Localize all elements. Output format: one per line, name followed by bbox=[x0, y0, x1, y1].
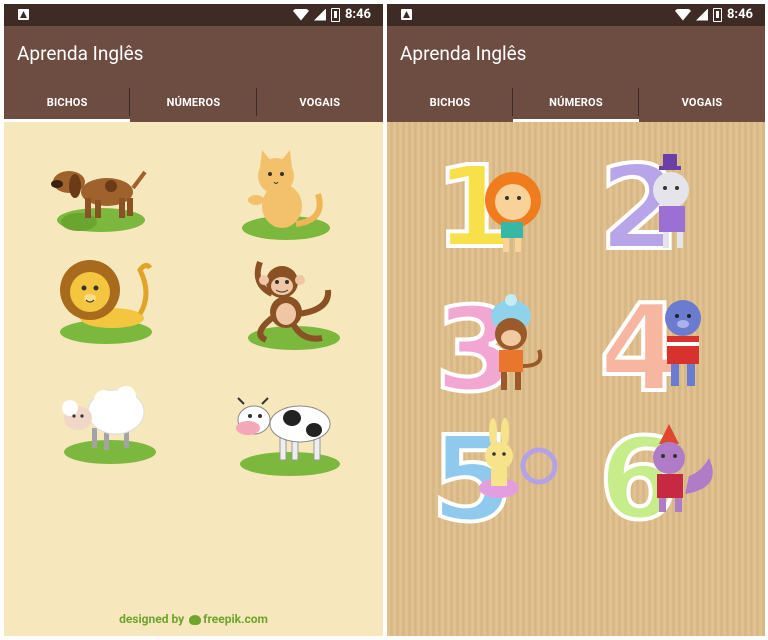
wifi-icon bbox=[292, 8, 309, 21]
tab-vogais[interactable]: VOGAIS bbox=[257, 82, 383, 122]
app-bar: Aprenda Inglês BICHOS NÚMEROS VOGAIS bbox=[4, 26, 383, 122]
wifi-icon bbox=[674, 8, 691, 21]
tab-label: BICHOS bbox=[46, 95, 88, 109]
credit-text: designed by bbox=[119, 612, 185, 626]
number-card-6[interactable]: 6 bbox=[599, 418, 729, 530]
notification-icon bbox=[18, 9, 29, 20]
tab-label: VOGAIS bbox=[681, 95, 723, 109]
credit-brand: freepik.com bbox=[203, 612, 268, 626]
dog-card[interactable] bbox=[49, 164, 154, 239]
tab-numeros[interactable]: NÚMEROS bbox=[513, 82, 639, 122]
tab-label: VOGAIS bbox=[299, 95, 341, 109]
app-bar: Aprenda Inglês BICHOS NÚMEROS VOGAIS bbox=[387, 26, 765, 122]
app-title: Aprenda Inglês bbox=[17, 42, 144, 65]
tab-bar: BICHOS NÚMEROS VOGAIS bbox=[4, 82, 383, 122]
battery-icon bbox=[712, 7, 722, 22]
signal-icon bbox=[695, 8, 708, 21]
status-bar: 8:46 bbox=[387, 4, 765, 26]
screen-bichos: 8:46 Aprenda Inglês BICHOS NÚMEROS VOGAI… bbox=[4, 4, 383, 636]
tab-label: BICHOS bbox=[429, 95, 471, 109]
number-card-3[interactable]: 3 bbox=[435, 286, 555, 402]
tab-vogais[interactable]: VOGAIS bbox=[639, 82, 765, 122]
cow-card[interactable] bbox=[230, 394, 345, 479]
status-time: 8:46 bbox=[726, 7, 753, 22]
tab-bar: BICHOS NÚMEROS VOGAIS bbox=[387, 82, 765, 122]
app-title: Aprenda Inglês bbox=[400, 42, 527, 65]
tab-bichos[interactable]: BICHOS bbox=[387, 82, 513, 122]
lion-card[interactable] bbox=[54, 254, 159, 349]
cat-card[interactable] bbox=[236, 150, 341, 245]
number-card-1[interactable]: 1 bbox=[435, 146, 555, 258]
number-card-5[interactable]: 5 bbox=[431, 414, 561, 532]
monkey-card[interactable] bbox=[242, 254, 347, 354]
status-bar: 8:46 bbox=[4, 4, 383, 26]
tab-bichos[interactable]: BICHOS bbox=[4, 82, 131, 122]
tab-label: NÚMEROS bbox=[166, 95, 221, 109]
status-time: 8:46 bbox=[344, 7, 371, 22]
screen-numeros: 8:46 Aprenda Inglês BICHOS NÚMEROS VOGAI… bbox=[387, 4, 765, 636]
battery-icon bbox=[330, 7, 340, 22]
animals-grid: designed by freepik.com bbox=[4, 122, 383, 636]
signal-icon bbox=[313, 8, 326, 21]
number-card-4[interactable]: 4 bbox=[599, 280, 719, 400]
tab-label: NÚMEROS bbox=[549, 95, 603, 109]
freepik-logo-icon bbox=[189, 614, 202, 625]
sheep-card[interactable] bbox=[56, 384, 161, 469]
notification-icon bbox=[401, 9, 412, 20]
freepik-credit[interactable]: designed by freepik.com bbox=[4, 612, 383, 626]
tab-numeros[interactable]: NÚMEROS bbox=[130, 82, 257, 122]
numbers-grid: 1 2 3 4 5 6 bbox=[387, 122, 765, 636]
number-card-2[interactable]: 2 bbox=[599, 144, 719, 260]
